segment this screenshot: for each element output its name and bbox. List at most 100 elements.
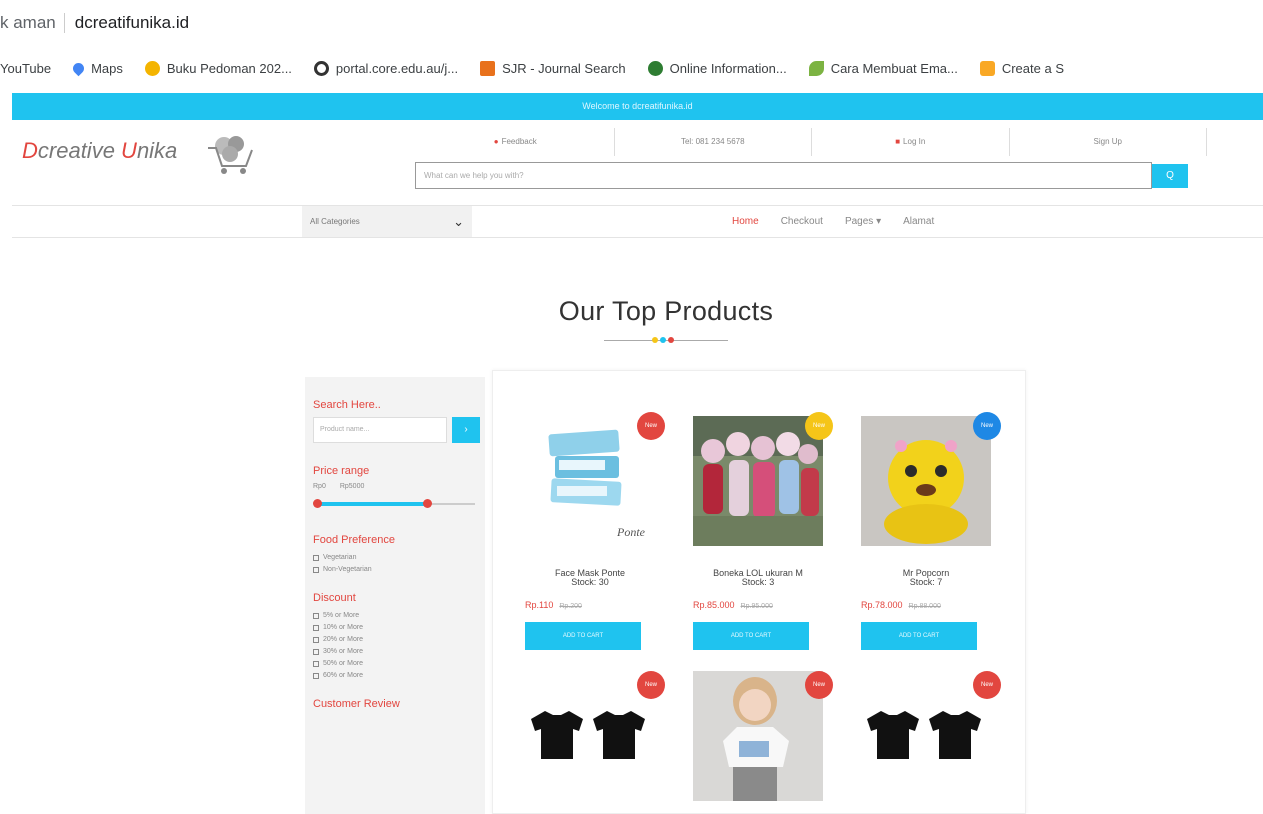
- menu-pages[interactable]: Pages ▾: [845, 216, 881, 227]
- slider-handle-max[interactable]: [423, 499, 432, 508]
- option-label: 60% or More: [323, 672, 364, 679]
- product-search-input[interactable]: Product name...: [313, 417, 447, 443]
- food-option[interactable]: Vegetarian: [313, 552, 477, 564]
- slider-handle-min[interactable]: [313, 499, 322, 508]
- address-bar[interactable]: k aman dcreatifunika.id: [0, 0, 1263, 45]
- price-old: Rp.88.000: [908, 603, 941, 610]
- product-price: Rp.85.000 Rp.95.000: [693, 600, 833, 610]
- checkbox[interactable]: [313, 613, 319, 619]
- menu-home[interactable]: Home: [732, 216, 759, 227]
- login-link[interactable]: ■ Log In: [812, 128, 1010, 156]
- product-image[interactable]: [861, 416, 991, 546]
- price-old: Rp.95.000: [740, 603, 773, 610]
- logo-text: nika: [136, 138, 178, 163]
- checkbox[interactable]: [313, 555, 319, 561]
- info-icon: [647, 60, 663, 76]
- checkbox[interactable]: [313, 625, 319, 631]
- bookmark-label: YouTube: [0, 60, 52, 76]
- product-image[interactable]: [693, 416, 823, 546]
- dot: [652, 337, 658, 343]
- food-option[interactable]: Non-Vegetarian: [313, 564, 477, 576]
- logo-letter: D: [22, 138, 38, 163]
- price-min: Rp0: [313, 483, 326, 490]
- discount-option[interactable]: 60% or More: [313, 670, 477, 682]
- checkbox[interactable]: [313, 661, 319, 667]
- link-label: Log In: [903, 137, 926, 146]
- product-image[interactable]: [525, 671, 655, 801]
- logo-text: creative: [37, 138, 122, 163]
- kids-shirt-image: [693, 671, 823, 801]
- checkbox[interactable]: [313, 673, 319, 679]
- tshirt-image: [525, 671, 655, 801]
- product-image[interactable]: Ponte: [525, 416, 655, 546]
- option-label: 20% or More: [323, 636, 364, 643]
- category-select[interactable]: All Categories ⌄: [302, 206, 472, 237]
- product-stock: Stock: 3: [741, 577, 775, 587]
- bookmark-label: Online Information...: [669, 60, 787, 76]
- option-label: Non-Vegetarian: [323, 566, 372, 573]
- main-menu: Home Checkout Pages ▾ Alamat: [732, 206, 956, 237]
- bookmark-label: Cara Membuat Ema...: [830, 60, 958, 76]
- sidebar-search: Product name... ›: [313, 417, 480, 443]
- bookmark-label: SJR - Journal Search: [502, 60, 626, 76]
- price-heading: Price range: [313, 465, 370, 477]
- discount-option[interactable]: 30% or More: [313, 646, 477, 658]
- bookmark-cara-membuat[interactable]: Cara Membuat Ema...: [808, 60, 958, 76]
- link-label: Sign Up: [1093, 137, 1122, 146]
- site-header: Dcreative Unika ● Feedback Tel: 081 234 5…: [12, 122, 1263, 204]
- option-label: 5% or More: [323, 612, 360, 619]
- price-current: Rp.85.000: [693, 600, 735, 610]
- bookmark-youtube[interactable]: YouTube: [0, 61, 51, 76]
- url-text[interactable]: dcreatifunika.id: [75, 13, 189, 33]
- checkbox[interactable]: [313, 567, 319, 573]
- slider-fill: [315, 502, 427, 506]
- section-title: Our Top Products: [558, 296, 774, 326]
- bookmark-label: Buku Pedoman 202...: [166, 60, 292, 76]
- product-image[interactable]: [693, 671, 823, 801]
- site-search-input[interactable]: What can we help you with?: [415, 162, 1152, 189]
- new-badge: New: [805, 412, 833, 440]
- site-search-button[interactable]: Q: [1152, 164, 1188, 188]
- category-value: All Categories: [310, 217, 360, 226]
- discount-group: Discount 5% or More 10% or More 20% or M…: [313, 592, 477, 682]
- option-label: 50% or More: [323, 660, 364, 667]
- site-logo[interactable]: Dcreative Unika: [22, 138, 177, 164]
- sjr-icon: [480, 60, 496, 76]
- discount-option[interactable]: 5% or More: [313, 610, 477, 622]
- bookmark-online-information[interactable]: Online Information...: [647, 60, 787, 76]
- feedback-link[interactable]: ● Feedback: [417, 128, 615, 156]
- face-mask-image: Ponte: [525, 416, 655, 546]
- leaf-icon: [808, 60, 824, 76]
- top-links: ● Feedback Tel: 081 234 5678 ■ Log In Sign…: [417, 128, 1207, 156]
- add-to-cart-button[interactable]: ADD TO CART: [693, 622, 809, 650]
- food-group: Food Preference Vegetarian Non-Vegetaria…: [313, 534, 477, 576]
- discount-heading: Discount: [313, 592, 356, 604]
- phone-link[interactable]: Tel: 081 234 5678: [615, 128, 812, 156]
- add-to-cart-button[interactable]: ADD TO CART: [861, 622, 977, 650]
- link-label: Feedback: [501, 137, 537, 146]
- menu-checkout[interactable]: Checkout: [781, 216, 823, 227]
- product-image[interactable]: [861, 671, 991, 801]
- discount-option[interactable]: 20% or More: [313, 634, 477, 646]
- price-old: Rp.200: [559, 603, 582, 610]
- dot: [668, 337, 674, 343]
- bookmark-maps[interactable]: Maps: [70, 60, 123, 76]
- menu-alamat[interactable]: Alamat: [903, 216, 934, 227]
- bookmark-sjr[interactable]: SJR - Journal Search: [480, 60, 626, 76]
- bookmark-portal-core[interactable]: portal.core.edu.au/j...: [313, 60, 458, 76]
- security-label[interactable]: k aman: [0, 13, 56, 33]
- checkbox[interactable]: [313, 637, 319, 643]
- search-icon[interactable]: ›: [452, 417, 480, 443]
- plush-image: [861, 416, 991, 546]
- discount-option[interactable]: 10% or More: [313, 622, 477, 634]
- portal-icon: [313, 60, 329, 76]
- bookmark-create[interactable]: Create a S: [979, 60, 1064, 76]
- checkbox[interactable]: [313, 649, 319, 655]
- signup-link[interactable]: Sign Up: [1010, 128, 1207, 156]
- price-slider[interactable]: [313, 498, 477, 510]
- create-icon: [979, 60, 995, 76]
- add-to-cart-button[interactable]: ADD TO CART: [525, 622, 641, 650]
- bookmark-buku-pedoman[interactable]: Buku Pedoman 202...: [144, 60, 292, 76]
- discount-option[interactable]: 50% or More: [313, 658, 477, 670]
- chevron-down-icon: ⌄: [453, 214, 464, 229]
